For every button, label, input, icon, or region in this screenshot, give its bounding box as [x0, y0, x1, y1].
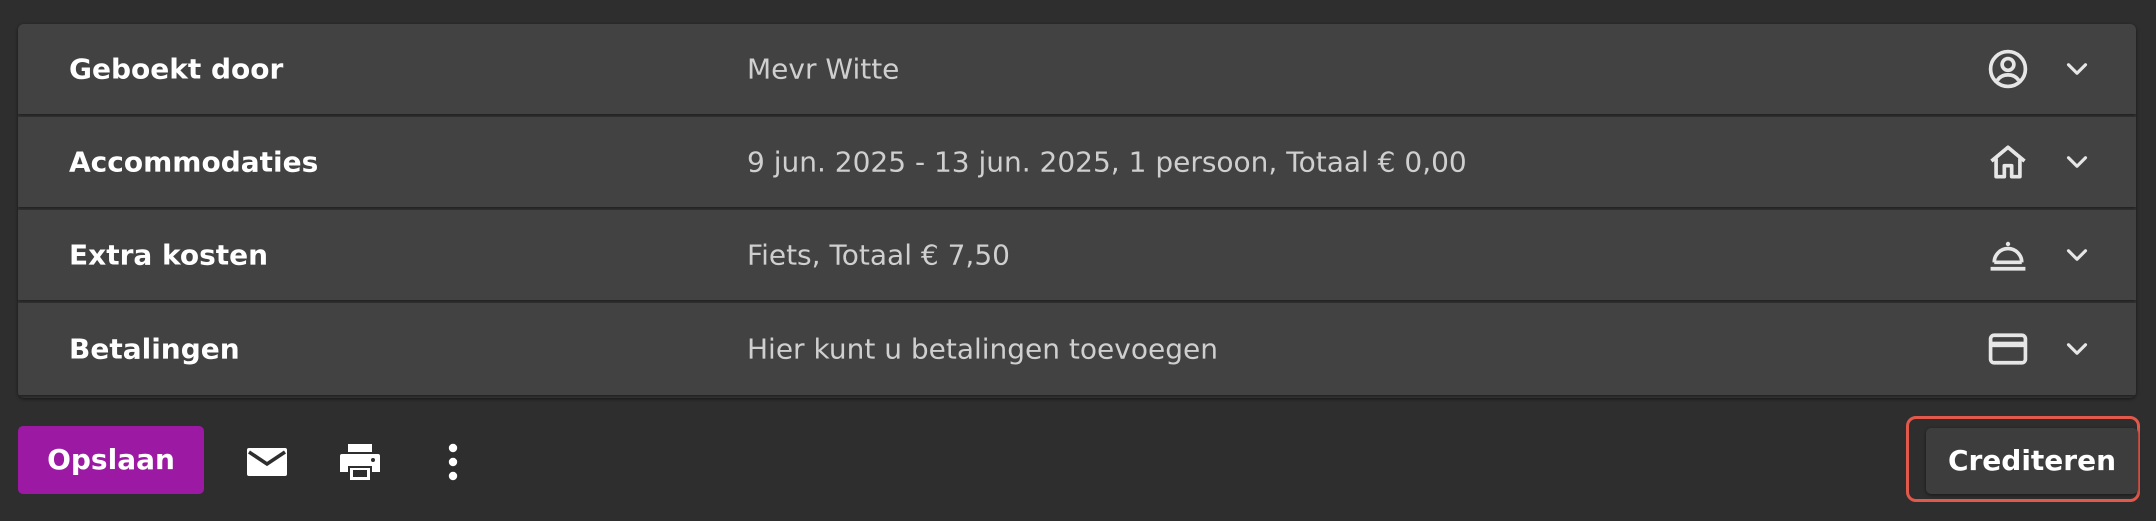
credit-card-icon: [1988, 333, 2028, 365]
mail-icon[interactable]: [243, 438, 291, 486]
chevron-down-icon[interactable]: [2060, 238, 2094, 272]
row-label: Extra kosten: [69, 238, 269, 272]
row-geboekt-door[interactable]: Geboekt door Mevr Witte: [18, 24, 2136, 114]
room-service-icon: [1990, 241, 2026, 271]
chevron-down-icon[interactable]: [2060, 332, 2094, 366]
chevron-down-icon[interactable]: [2060, 145, 2094, 179]
row-value: Mevr Witte: [747, 52, 900, 86]
credit-button[interactable]: Crediteren: [1926, 428, 2138, 494]
row-label: Geboekt door: [69, 52, 284, 86]
row-accommodaties[interactable]: Accommodaties 9 jun. 2025 - 13 jun. 2025…: [18, 117, 2136, 207]
home-icon: [1990, 145, 2026, 179]
account-circle-icon: [1988, 49, 2028, 89]
action-bar: Opslaan Crediteren: [0, 398, 2156, 521]
row-value: Hier kunt u betalingen toevoegen: [747, 332, 1218, 366]
save-button[interactable]: Opslaan: [18, 426, 204, 494]
booking-summary-panel: Geboekt door Mevr Witte Accommodaties 9 …: [18, 24, 2136, 398]
print-icon[interactable]: [336, 438, 384, 486]
row-value: 9 jun. 2025 - 13 jun. 2025, 1 persoon, T…: [747, 145, 1467, 179]
row-extra-kosten[interactable]: Extra kosten Fiets, Totaal € 7,50: [18, 210, 2136, 300]
row-value: Fiets, Totaal € 7,50: [747, 238, 1010, 272]
row-label: Accommodaties: [69, 145, 319, 179]
more-vert-icon[interactable]: [429, 438, 477, 486]
row-betalingen[interactable]: Betalingen Hier kunt u betalingen toevoe…: [18, 303, 2136, 395]
chevron-down-icon[interactable]: [2060, 52, 2094, 86]
row-label: Betalingen: [69, 332, 240, 366]
